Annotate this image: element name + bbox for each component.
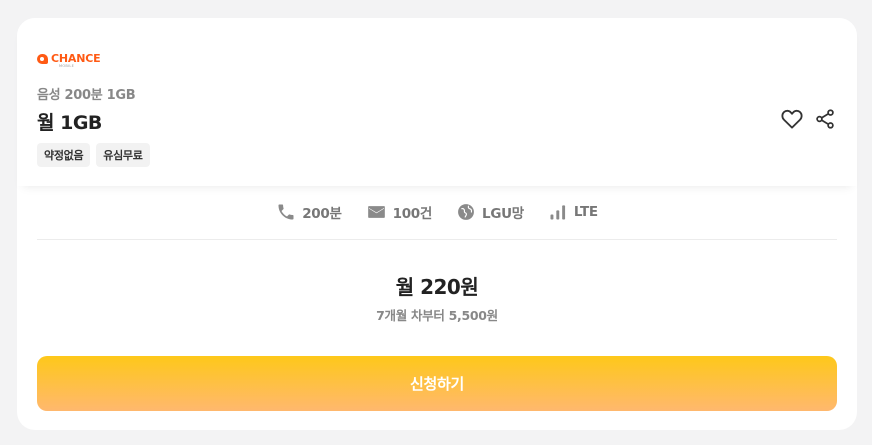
brand-logo-mark [37,54,48,64]
plan-card: CHANCE MOBILE 음성 200분 1GB 월 1GB 약정없음 유심무… [17,18,857,430]
tag-no-contract: 약정없음 [37,143,91,167]
plan-title: 월 1GB [37,112,102,134]
mail-icon [367,206,385,218]
spec-voice: 200분 [276,202,342,222]
spec-generation-label: LTE [573,204,598,220]
spec-generation: LTE [548,202,598,222]
share-button[interactable] [813,107,837,131]
globe-icon [458,204,474,220]
brand-logo: CHANCE MOBILE [37,52,101,70]
spec-sms: 100건 [366,202,432,222]
spec-voice-label: 200분 [302,206,342,222]
phone-icon [278,204,294,220]
price-note: 7개월 차부터 5,500원 [376,308,498,323]
plan-subtitle: 음성 200분 1GB [37,88,136,103]
monthly-price: 월 220원 [395,275,479,299]
share-icon [816,109,834,129]
plan-header: CHANCE MOBILE 음성 200분 1GB 월 1GB 약정없음 유심무… [17,18,857,186]
spec-network-label: LGU망 [482,206,524,222]
spec-network: LGU망 [456,202,524,222]
apply-button[interactable]: 신청하기 [37,356,837,411]
heart-icon [781,109,803,129]
plan-specs: 200분 100건 LGU망 LTE [17,202,857,222]
plan-tags: 약정없음 유심무료 [37,143,150,167]
signal-icon [550,205,565,220]
card-actions [780,107,837,131]
tag-free-usim: 유심무료 [96,143,150,167]
spec-sms-label: 100건 [392,206,433,222]
favorite-button[interactable] [780,107,804,131]
brand-logo-subtext: MOBILE [59,64,75,68]
divider [37,239,837,240]
